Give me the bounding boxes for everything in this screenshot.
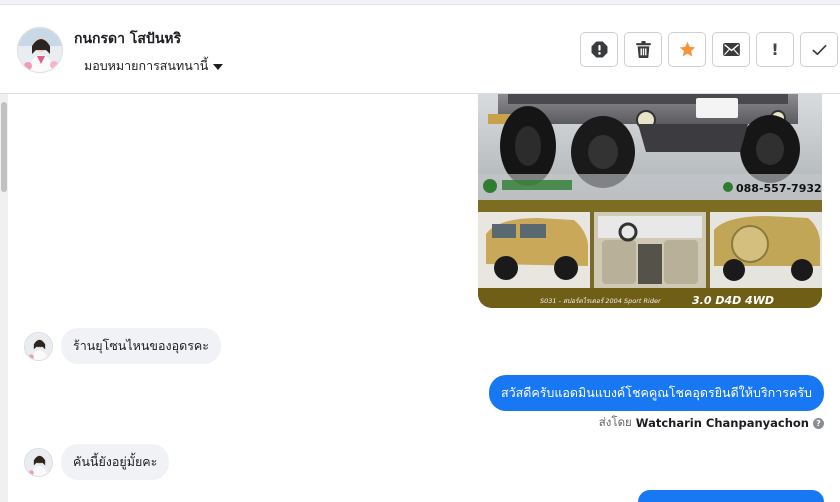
listing-model-prefix: S031 - สปอร์ตไรเดอร์ 2004 Sport Rider (540, 297, 662, 305)
star-icon (679, 41, 695, 57)
sender-name[interactable]: Watcharin Chanpanyachon (636, 416, 809, 430)
sender-avatar[interactable] (24, 447, 53, 477)
header-actions: ! (580, 32, 838, 67)
sender-avatar[interactable] (24, 331, 53, 361)
listing-model: 3.0 D4D 4WD (692, 294, 774, 307)
chat-scrollbar[interactable] (0, 94, 8, 502)
message-row-incoming: ร้านยุโซนไหนของอุดรคะ (24, 328, 221, 364)
assign-conversation-dropdown[interactable]: มอบหมายการสนทนานี้ (84, 56, 224, 76)
message-bubble-outgoing[interactable]: สวัสดีครับแอดมินแบงค์โชคคูณโชคอุดรยินดีใ… (488, 375, 824, 411)
top-edge (0, 0, 840, 5)
message-bubble-outgoing-partial[interactable] (638, 490, 824, 502)
contact-avatar[interactable] (17, 27, 63, 73)
car-photo-attachment[interactable]: 088-557-7932 S031 - สปอร์ตไรเดอร์ 2004 S… (478, 94, 822, 308)
delete-button[interactable] (624, 32, 662, 67)
dealer-phone: 088-557-7932 (736, 182, 822, 195)
message-bubble[interactable]: ร้านยุโซนไหนของอุดรคะ (61, 328, 221, 364)
report-spam-button[interactable] (580, 32, 618, 67)
message-row-incoming: คันนี้ยังอยู่มั้ยคะ (24, 444, 170, 480)
trash-icon (635, 41, 651, 58)
question-info-icon[interactable]: ? (813, 417, 824, 429)
conversation-header: กนกรดา โสปันหริ มอบหมายการสนทนานี้ ! (0, 6, 840, 94)
star-button[interactable] (668, 32, 706, 67)
mark-unread-button[interactable] (712, 32, 750, 67)
caret-down-icon (213, 63, 224, 70)
message-thread: 088-557-7932 S031 - สปอร์ตไรเดอร์ 2004 S… (8, 94, 840, 502)
contact-name[interactable]: กนกรดา โสปันหริ (74, 28, 181, 50)
exclamation-icon: ! (771, 40, 779, 59)
checkmark-icon (812, 44, 826, 55)
report-spam-icon (591, 41, 607, 58)
sent-by-line: ส่งโดย Watcharin Chanpanyachon ? (599, 414, 824, 432)
mark-done-button[interactable] (800, 32, 838, 67)
assign-label: มอบหมายการสนทนานี้ (84, 58, 209, 73)
scrollbar-thumb[interactable] (1, 102, 7, 192)
follow-up-button[interactable]: ! (756, 32, 794, 67)
envelope-icon (722, 43, 740, 56)
message-bubble[interactable]: คันนี้ยังอยู่มั้ยคะ (61, 444, 170, 480)
sent-by-label: ส่งโดย (598, 415, 632, 429)
